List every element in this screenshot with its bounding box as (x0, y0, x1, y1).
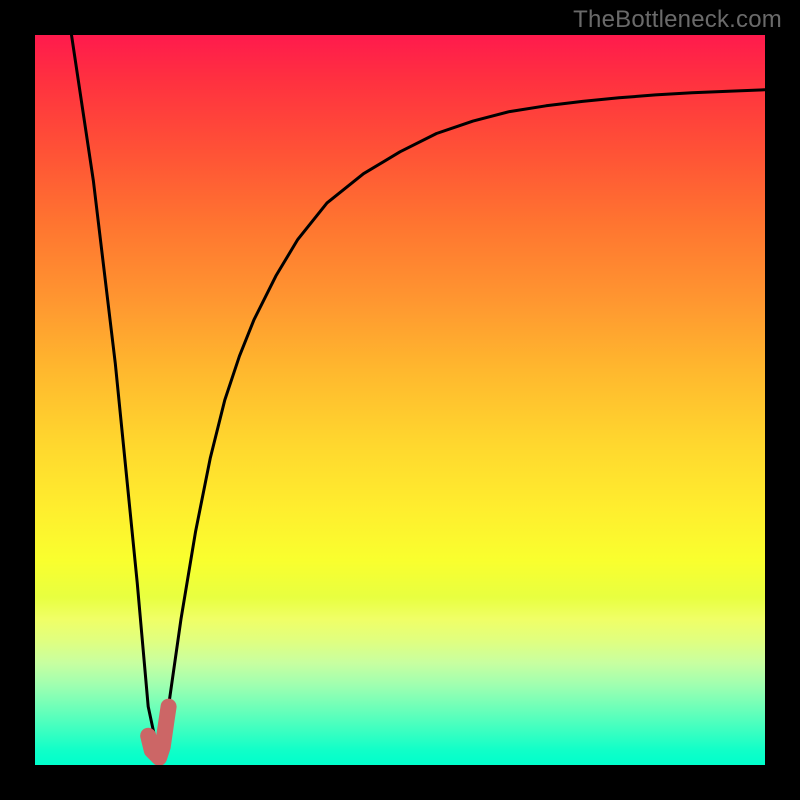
watermark-text: TheBottleneck.com (573, 6, 782, 34)
plot-area (35, 35, 765, 765)
chart-svg (35, 35, 765, 765)
black-curve (72, 35, 766, 758)
